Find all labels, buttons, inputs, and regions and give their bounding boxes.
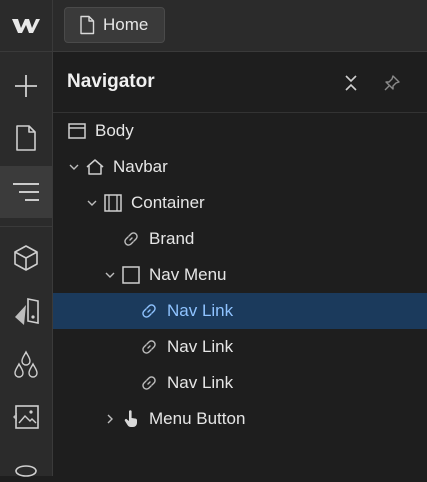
tree-item-label: Body (95, 121, 134, 140)
pin-panel-icon[interactable] (381, 72, 403, 94)
page-selector-button[interactable]: Home (64, 7, 165, 43)
tree-item-label: Brand (149, 229, 195, 248)
style-selectors-icon[interactable] (0, 290, 52, 334)
navigator-icon[interactable] (0, 166, 52, 218)
link-icon (139, 337, 159, 357)
top-bar: Home (53, 0, 427, 52)
page-icon (80, 15, 95, 35)
div-block-icon (121, 265, 141, 285)
collapse-all-icon[interactable] (340, 72, 362, 94)
tree-item-container[interactable]: Container (53, 185, 427, 221)
hand-pointer-icon (121, 409, 141, 429)
navbar-home-icon (85, 157, 105, 177)
tree-item-menu-button[interactable]: Menu Button (53, 401, 427, 437)
navigator-panel: Navigator Body Navbar Container Brand Na… (53, 52, 427, 476)
link-icon (121, 229, 141, 249)
chevron-right-icon[interactable] (103, 412, 117, 426)
link-icon (139, 301, 159, 321)
add-elements-icon[interactable] (0, 64, 52, 108)
tree-item-label: Nav Menu (149, 265, 227, 284)
chevron-down-icon[interactable] (85, 196, 99, 210)
tree-item-label: Nav Link (167, 373, 234, 392)
tree-item-label: Nav Link (167, 337, 234, 356)
webflow-logo-icon[interactable] (0, 0, 52, 52)
pages-icon[interactable] (0, 116, 52, 160)
tree-item-nav-link-selected[interactable]: Nav Link (53, 293, 427, 329)
tree-item-nav-link[interactable]: Nav Link (53, 329, 427, 365)
page-selector-label: Home (103, 15, 149, 34)
tree-item-label: Menu Button (149, 409, 246, 428)
left-toolbar (0, 0, 53, 477)
assets-image-icon[interactable] (0, 394, 52, 438)
tree-item-navbar[interactable]: Navbar (53, 149, 427, 185)
variables-drops-icon[interactable] (0, 342, 52, 386)
panel-title: Navigator (67, 71, 155, 92)
chevron-down-icon[interactable] (103, 268, 117, 282)
tree-item-label: Navbar (113, 157, 168, 176)
components-cube-icon[interactable] (0, 236, 52, 280)
body-icon (67, 121, 87, 141)
tree-item-label: Container (131, 193, 205, 212)
tree-item-label: Nav Link (167, 301, 234, 320)
cms-database-icon[interactable] (0, 452, 52, 482)
tree-item-nav-menu[interactable]: Nav Menu (53, 257, 427, 293)
chevron-down-icon[interactable] (67, 160, 81, 174)
navigator-header: Navigator (53, 52, 427, 113)
tree-item-nav-link[interactable]: Nav Link (53, 365, 427, 401)
tree-item-body[interactable]: Body (53, 113, 427, 149)
container-icon (103, 193, 123, 213)
tree-item-brand[interactable]: Brand (53, 221, 427, 257)
link-icon (139, 373, 159, 393)
